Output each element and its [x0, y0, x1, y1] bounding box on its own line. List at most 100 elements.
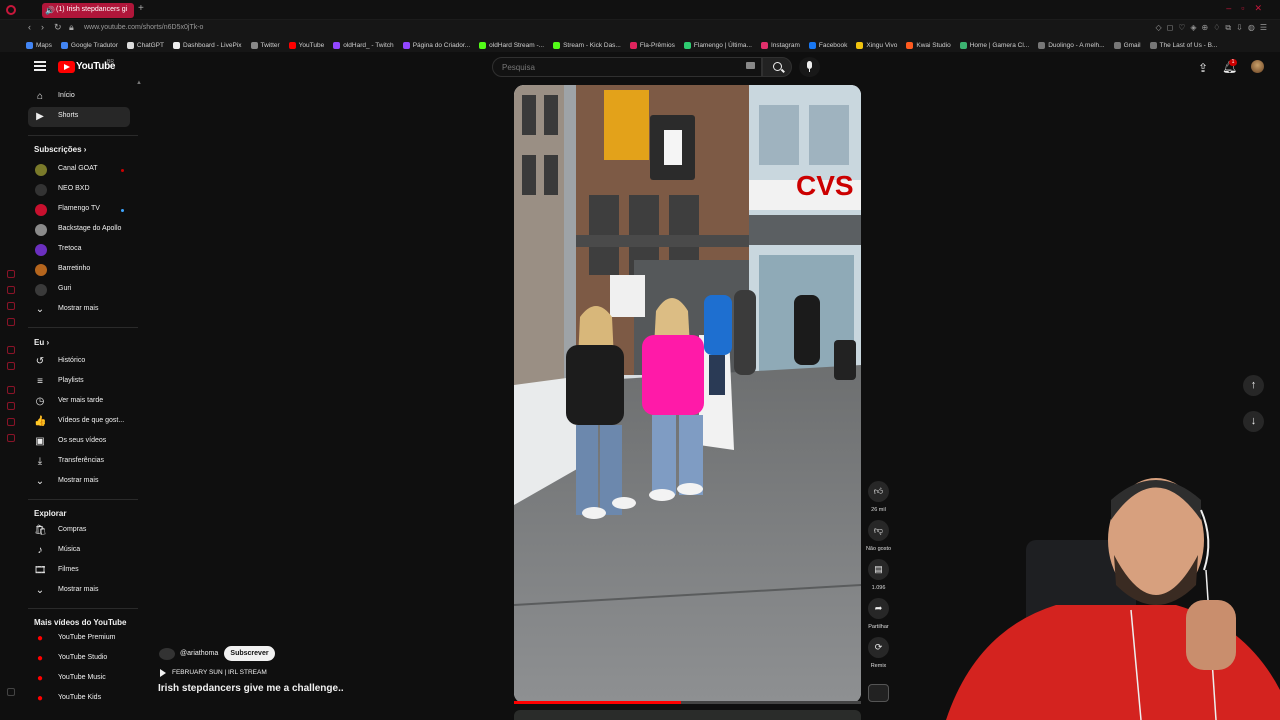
sidebar-item[interactable]: NEO BXD: [28, 180, 130, 200]
bookmark-item[interactable]: Home | Gamera Cl...: [959, 41, 1029, 49]
opera-menu-icon[interactable]: [6, 5, 16, 15]
previous-short-button[interactable]: ↑: [1243, 375, 1264, 396]
bookmark-item[interactable]: oldHard_ - Twitch: [333, 41, 394, 49]
sidebar-item[interactable]: 🛍 Compras: [28, 521, 130, 541]
rail-icon[interactable]: [7, 434, 15, 442]
browser-tab-active[interactable]: 🔊 (1) Irish stepdancers gi: [42, 3, 134, 18]
sound-thumbnail[interactable]: [868, 684, 889, 702]
sidebar-item[interactable]: ● YouTube Studio: [28, 649, 130, 669]
bookmark-item[interactable]: Xingu Vivo: [856, 41, 897, 49]
sidebar-item[interactable]: ◷ Ver mais tarde: [28, 392, 130, 412]
sidebar-item[interactable]: Canal GOAT: [28, 160, 130, 180]
forward-icon[interactable]: ›: [41, 22, 44, 32]
next-short-button[interactable]: ↓: [1243, 411, 1264, 432]
sidebar-item[interactable]: 👍 Vídeos de que gost...: [28, 412, 130, 432]
sidebar-item[interactable]: Tretoca: [28, 240, 130, 260]
speaker-icon[interactable]: 🔊: [45, 6, 55, 15]
bookmark-item[interactable]: Maps: [26, 41, 52, 49]
next-short-preview[interactable]: [514, 710, 861, 720]
bookmark-item[interactable]: Stream - Kick Das...: [553, 41, 621, 49]
sidebar-divider: [28, 327, 138, 328]
sidebar-item[interactable]: ⌄ Mostrar mais: [28, 472, 130, 492]
rail-icon[interactable]: [7, 318, 15, 326]
sidebar-item[interactable]: Guri: [28, 280, 130, 300]
sidebar-item[interactable]: ≡ Playlists: [28, 372, 130, 392]
hamburger-menu-icon[interactable]: [34, 61, 46, 71]
share-button[interactable]: ➦: [868, 598, 889, 619]
sidebar-item[interactable]: 🎞 Filmes: [28, 561, 130, 581]
keyboard-icon[interactable]: [746, 62, 755, 69]
bookmark-item[interactable]: Dashboard - LivePix: [172, 41, 242, 49]
sidebar-item[interactable]: ⌂ Início: [28, 87, 130, 107]
short-title[interactable]: Irish stepdancers give me a challenge..: [158, 683, 344, 694]
bookmark-item[interactable]: Twitter: [250, 41, 280, 49]
bookmark-item[interactable]: Facebook: [808, 41, 847, 49]
bookmark-item[interactable]: ChatGPT: [126, 41, 164, 49]
bookmark-item[interactable]: Gmail: [1113, 41, 1141, 49]
upload-icon[interactable]: ⇪: [1198, 61, 1208, 75]
window-controls[interactable]: –▫✕: [1226, 3, 1272, 14]
like-button[interactable]: 👍︎: [868, 481, 889, 502]
arrow-down-icon: ↓: [1250, 415, 1257, 427]
dislike-button[interactable]: 👎︎: [868, 520, 889, 541]
bookmark-item[interactable]: Instagram: [760, 41, 800, 49]
rail-icon[interactable]: [7, 270, 15, 278]
bookmark-item[interactable]: oldHard Stream -...: [479, 41, 544, 49]
bookmark-item[interactable]: Fla-Prêmios: [629, 41, 675, 49]
back-icon[interactable]: ‹: [28, 22, 31, 32]
channel-avatar[interactable]: [159, 648, 175, 660]
sidebar-item-label: Barretinho: [58, 265, 91, 272]
bookmark-item[interactable]: The Last of Us - B...: [1149, 41, 1217, 49]
sidebar-item[interactable]: ⌄ Mostrar mais: [28, 581, 130, 601]
you-header[interactable]: Eu ›: [34, 338, 49, 347]
sidebar-item[interactable]: Backstage do Apollo: [28, 220, 130, 240]
sound-play-icon[interactable]: [160, 669, 166, 677]
sidebar-item[interactable]: ♪ Música: [28, 541, 130, 561]
rail-icon[interactable]: [7, 346, 15, 354]
subscriptions-header[interactable]: Subscrições ›: [34, 145, 86, 154]
youtube-logo-icon[interactable]: [58, 61, 75, 73]
rail-icon[interactable]: [7, 286, 15, 294]
short-video-player[interactable]: CVS: [514, 85, 861, 703]
bookmark-item[interactable]: YouTube: [288, 41, 324, 49]
remix-button[interactable]: ⟳: [868, 637, 889, 658]
bookmark-item[interactable]: Duolingo - A melh...: [1038, 41, 1105, 49]
sidebar-scroll-up-icon[interactable]: ▲: [136, 80, 142, 86]
account-avatar[interactable]: [1251, 60, 1264, 73]
sidebar-item[interactable]: ⌄ Mostrar mais: [28, 300, 130, 320]
comments-button[interactable]: ▤: [868, 559, 889, 580]
bookmark-item[interactable]: Google Tradutor: [60, 41, 118, 49]
sidebar-item[interactable]: ▶ Shorts: [28, 107, 130, 127]
rail-icon[interactable]: [7, 302, 15, 310]
rail-icon[interactable]: [7, 402, 15, 410]
reload-icon[interactable]: ↻: [54, 22, 62, 33]
rail-more-icon[interactable]: [7, 688, 15, 696]
bookmark-item[interactable]: Página do Criador...: [402, 41, 470, 49]
sidebar-item[interactable]: ⤓ Transferências: [28, 452, 130, 472]
rail-icon[interactable]: [7, 386, 15, 394]
bookmark-label: oldHard_ - Twitch: [343, 41, 394, 49]
home-icon: ⌂: [36, 91, 44, 102]
sidebar-item[interactable]: Flamengo TV: [28, 200, 130, 220]
bookmark-item[interactable]: Flamengo | Última...: [683, 41, 752, 49]
voice-search-mic-icon[interactable]: [799, 57, 820, 77]
bookmark-item[interactable]: Kwai Studio: [906, 41, 951, 49]
url-field[interactable]: www.youtube.com/shorts/n6D5x0jTk-o: [84, 24, 203, 31]
search-button[interactable]: [762, 57, 792, 77]
sidebar-item[interactable]: ▣ Os seus vídeos: [28, 432, 130, 452]
rail-icon[interactable]: [7, 418, 15, 426]
video-progress-bar[interactable]: [514, 701, 861, 704]
subscribe-button[interactable]: Subscrever: [224, 646, 275, 661]
browser-extension-icons[interactable]: ◇◻♡◈⊕♢⧉⇩◍☰: [1155, 23, 1272, 33]
sidebar-item[interactable]: ● YouTube Music: [28, 669, 130, 689]
sidebar-item[interactable]: ● YouTube Kids: [28, 689, 130, 709]
search-input[interactable]: Pesquisa: [492, 57, 762, 77]
rail-icon[interactable]: [7, 362, 15, 370]
sidebar-item[interactable]: Barretinho: [28, 260, 130, 280]
channel-handle[interactable]: @ariathoma: [180, 650, 218, 657]
sound-label[interactable]: FEBRUARY SUN | IRL STREAM: [172, 669, 267, 676]
sidebar-item[interactable]: ● YouTube Premium: [28, 629, 130, 649]
new-tab-button[interactable]: +: [138, 3, 144, 14]
sidebar-item[interactable]: ↺ Histórico: [28, 352, 130, 372]
bookmark-favicon-icon: [60, 41, 68, 49]
